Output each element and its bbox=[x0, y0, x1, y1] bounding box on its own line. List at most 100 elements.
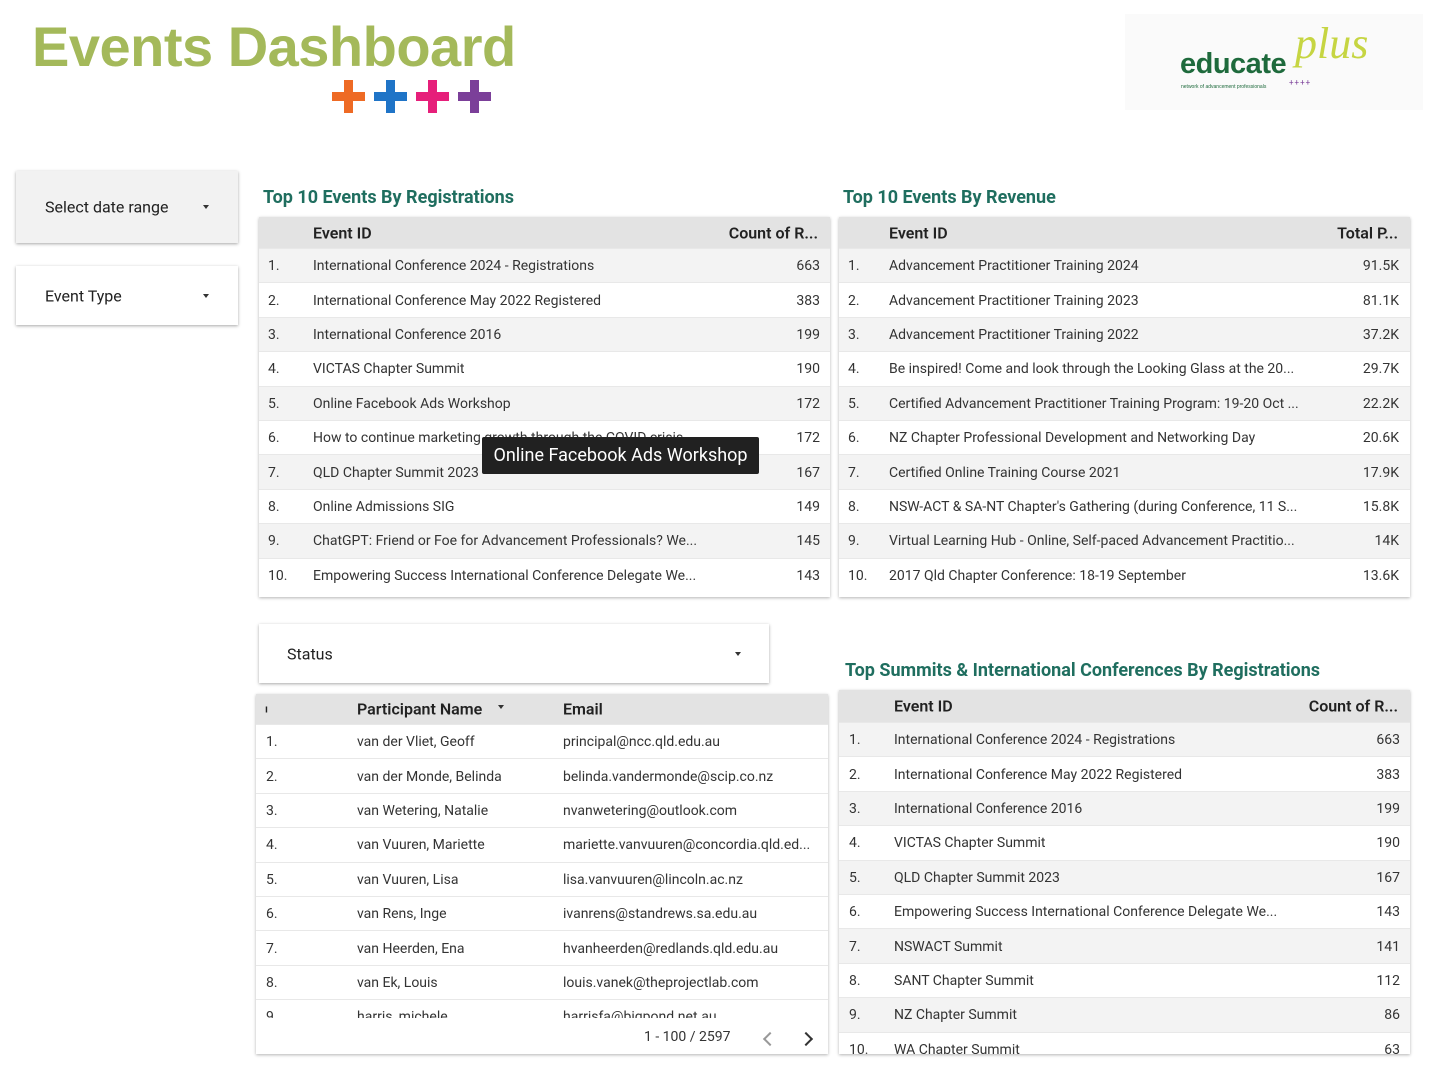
registration-count: 172 bbox=[796, 430, 820, 447]
row-number: 4. bbox=[849, 835, 861, 852]
row-number: 3. bbox=[266, 802, 278, 819]
event-name: 2017 Qld Chapter Conference: 18-19 Septe… bbox=[889, 567, 1186, 584]
registrations-title: Top 10 Events By Registrations bbox=[263, 187, 514, 208]
table-row[interactable]: 2. van der Monde, Belinda belinda.vandermo… bbox=[256, 758, 828, 793]
brand-plus-row bbox=[332, 80, 491, 113]
table-row[interactable]: 8. van Ek, Louis louis.vanek@theprojectlab… bbox=[256, 964, 828, 1000]
date-range-control[interactable]: Select date range bbox=[16, 171, 238, 243]
participant-email: louis.vanek@theprojectlab.com bbox=[563, 974, 759, 991]
sort-descending-icon[interactable] bbox=[498, 705, 504, 709]
row-number: 7. bbox=[849, 938, 861, 955]
table-row[interactable]: 5. QLD Chapter Summit 2023 167 bbox=[839, 859, 1410, 895]
table-row[interactable]: 9. NZ Chapter Summit 86 bbox=[839, 997, 1410, 1033]
table-row[interactable]: 1. Advancement Practitioner Training 2024… bbox=[839, 248, 1410, 284]
event-name: NSW-ACT & SA-NT Chapter's Gathering (dur… bbox=[889, 498, 1298, 515]
event-name: International Conference May 2022 Regist… bbox=[313, 292, 602, 309]
table-row[interactable]: 2. International Conference May 2022 Regi… bbox=[259, 282, 830, 317]
table-row[interactable]: 8. SANT Chapter Summit 112 bbox=[839, 962, 1410, 998]
status-label: Status bbox=[287, 644, 333, 663]
table-row[interactable]: 5. van Vuuren, Lisa lisa.vanvuuren@lincoln… bbox=[256, 861, 828, 897]
row-number: 5. bbox=[268, 395, 280, 412]
table-row[interactable]: 4. van Vuuren, Mariette mariette.vanvuuren… bbox=[256, 827, 828, 862]
logo-crosses: ++++ bbox=[1289, 78, 1312, 87]
table-row[interactable]: 1. International Conference 2024 - Regist… bbox=[839, 722, 1410, 758]
row-number: 9. bbox=[268, 533, 280, 550]
event-name: International Conference May 2022 Regist… bbox=[894, 766, 1183, 783]
table-row[interactable]: 1. van der Vliet, Geoff principal@ncc.qld.… bbox=[256, 724, 828, 759]
participant-name-header[interactable]: Participant Name bbox=[357, 700, 482, 719]
table-row[interactable]: 4. Be inspired! Come and look through the… bbox=[839, 351, 1410, 386]
event-name: Advancement Practitioner Training 2023 bbox=[889, 292, 1139, 309]
table-row[interactable]: 8. NSW-ACT & SA-NT Chapter's Gathering (d… bbox=[839, 488, 1410, 524]
next-page-icon[interactable] bbox=[798, 1031, 814, 1047]
table-row[interactable]: 9. ChatGPT: Friend or Foe for Advancement… bbox=[259, 523, 830, 559]
row-number: 2. bbox=[848, 292, 860, 309]
table-row[interactable]: 4. VICTAS Chapter Summit 190 bbox=[259, 351, 830, 386]
table-row[interactable]: 3. International Conference 2016 199 bbox=[839, 790, 1410, 827]
registrations-table: Event ID Count of R... 1. International C… bbox=[259, 217, 830, 597]
table-row[interactable]: 6. van Rens, Inge ivanrens@standrews.sa.ed… bbox=[256, 896, 828, 931]
table-row[interactable]: 2. International Conference May 2022 Regi… bbox=[839, 756, 1410, 791]
revenue-total: 29.7K bbox=[1362, 361, 1399, 378]
previous-page-icon[interactable] bbox=[762, 1031, 778, 1047]
participant-email: harrisfa@bigpond.net.au bbox=[563, 1009, 717, 1018]
row-number: 2. bbox=[268, 292, 280, 309]
registration-count: 383 bbox=[796, 292, 820, 309]
table-row[interactable]: 2. Advancement Practitioner Training 2023… bbox=[839, 282, 1410, 317]
revenue-total: 91.5K bbox=[1362, 258, 1399, 275]
participant-email: hvanheerden@redlands.qld.edu.au bbox=[563, 940, 779, 957]
participant-name: van Vuuren, Lisa bbox=[357, 871, 459, 888]
row-number: 3. bbox=[849, 800, 861, 817]
event-name: Virtual Learning Hub - Online, Self-pace… bbox=[889, 533, 1295, 550]
event-name: Advancement Practitioner Training 2024 bbox=[889, 258, 1139, 275]
table-row[interactable]: 9 harris, michele harrisfa@bigpond.net.au bbox=[256, 999, 828, 1018]
table-row[interactable]: 10. Empowering Success International Conf… bbox=[259, 557, 830, 593]
event-type-label: Event Type bbox=[45, 286, 122, 305]
table-row[interactable]: 9. Virtual Learning Hub - Online, Self-pa… bbox=[839, 523, 1410, 559]
event-type-filter[interactable]: Event Type bbox=[16, 266, 238, 325]
table-header: Event ID Total P... bbox=[839, 217, 1410, 248]
row-number: 3. bbox=[848, 326, 860, 343]
table-row[interactable]: 3. International Conference 2016 199 bbox=[259, 316, 830, 353]
table-row[interactable]: 7. Certified Online Training Course 2021 1… bbox=[839, 454, 1410, 490]
registration-count: 167 bbox=[1376, 869, 1400, 886]
event-id-header[interactable]: Event ID bbox=[894, 697, 953, 716]
table-row[interactable]: 3. Advancement Practitioner Training 2022… bbox=[839, 316, 1410, 353]
row-number: 9. bbox=[848, 533, 860, 550]
status-filter[interactable]: Status bbox=[259, 624, 769, 683]
event-name: Online Facebook Ads Workshop bbox=[313, 395, 511, 412]
participant-name: van Heerden, Ena bbox=[357, 940, 465, 957]
revenue-total: 20.6K bbox=[1362, 430, 1399, 447]
event-id-header[interactable]: Event ID bbox=[889, 223, 948, 242]
table-row[interactable]: 6. Empowering Success International Confe… bbox=[839, 894, 1410, 929]
table-row[interactable]: 5. Online Facebook Ads Workshop 172 bbox=[259, 385, 830, 421]
table-row[interactable]: 4. VICTAS Chapter Summit 190 bbox=[839, 825, 1410, 860]
table-row[interactable]: 10. WA Chapter Summit 63 bbox=[839, 1031, 1410, 1054]
purple-plus-icon bbox=[458, 80, 491, 113]
row-number: 1. bbox=[848, 258, 860, 275]
event-name: WA Chapter Summit bbox=[894, 1041, 1020, 1054]
table-row[interactable]: 1. International Conference 2024 - Regist… bbox=[259, 248, 830, 284]
table-row[interactable]: 8. Online Admissions SIG 149 bbox=[259, 488, 830, 524]
table-row[interactable]: 3. van Wetering, Natalie nvanwetering@outl… bbox=[256, 792, 828, 828]
total-header[interactable]: Total P... bbox=[1337, 223, 1398, 242]
table-row[interactable]: 7. NSWACT Summit 141 bbox=[839, 928, 1410, 964]
table-row[interactable]: 10. 2017 Qld Chapter Conference: 18-19 Se… bbox=[839, 557, 1410, 593]
participant-email: ivanrens@standrews.sa.edu.au bbox=[563, 906, 758, 923]
registration-count: 663 bbox=[1376, 732, 1400, 749]
pagination-label: 1 - 100 / 2597 bbox=[644, 1029, 731, 1045]
email-header[interactable]: Email bbox=[563, 700, 603, 719]
row-number: 8. bbox=[848, 498, 860, 515]
table-row[interactable]: 7. van Heerden, Ena hvanheerden@redlands.q… bbox=[256, 930, 828, 965]
row-number: 8. bbox=[268, 498, 280, 515]
participants-table: ı Participant Name Email 1. van der Vliet… bbox=[256, 694, 828, 1054]
table-row[interactable]: 6. NZ Chapter Professional Development an… bbox=[839, 420, 1410, 455]
count-header[interactable]: Count of R... bbox=[729, 223, 818, 242]
row-number: 4. bbox=[268, 361, 280, 378]
registration-count: 663 bbox=[796, 258, 820, 275]
event-id-header[interactable]: Event ID bbox=[313, 223, 372, 242]
table-row[interactable]: 5. Certified Advancement Practitioner Tra… bbox=[839, 385, 1410, 421]
row-number: 6. bbox=[266, 906, 278, 923]
count-header[interactable]: Count of R... bbox=[1309, 697, 1398, 716]
event-name: Be inspired! Come and look through the L… bbox=[889, 361, 1295, 378]
